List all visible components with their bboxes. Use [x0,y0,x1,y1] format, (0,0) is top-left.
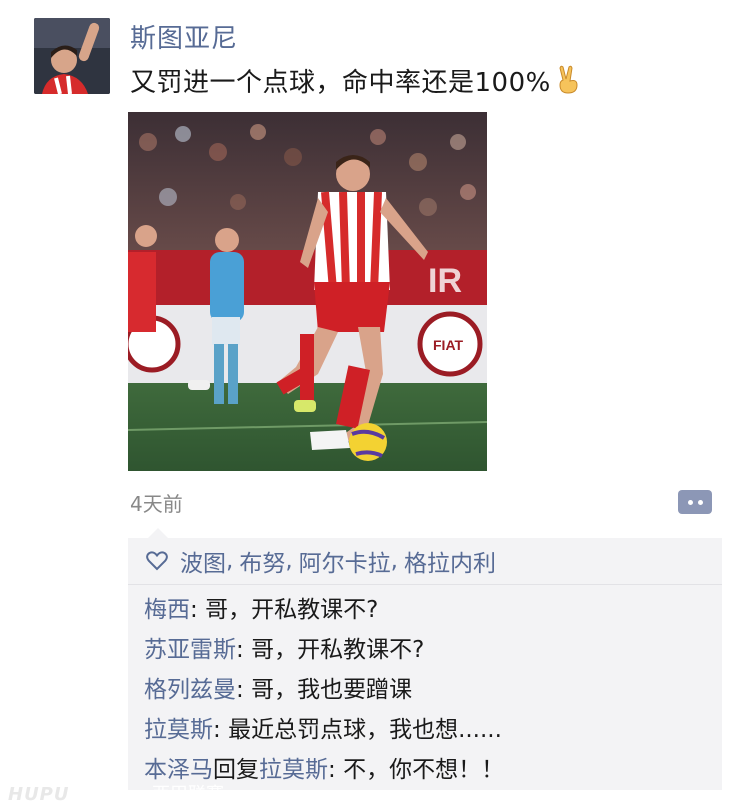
comment-separator: : [328,757,344,783]
dot-icon [697,499,703,505]
comment-item[interactable]: 格列兹曼: 哥，我也要蹭课 [144,670,504,710]
svg-text:FIAT: FIAT [433,337,464,353]
comment-item[interactable]: 拉莫斯: 最近总罚点球，我也想...... [144,710,504,750]
svg-text:IR: IR [428,262,462,300]
post-photo[interactable]: IR FIAT [128,112,487,471]
comment-text: 哥，开私教课不? [205,597,379,623]
like-name[interactable]: 格拉内利 [404,544,496,578]
victory-hand-icon [555,65,583,102]
comment-text: 不，你不想！！ [343,757,505,783]
like-name[interactable]: 布努 [239,544,285,578]
comment-author[interactable]: 拉莫斯 [144,717,213,743]
heart-icon [146,551,168,571]
comment-text: 哥，我也要蹭课 [251,677,413,703]
comment-text: 最近总罚点球，我也想...... [228,717,502,743]
like-separator: , [226,548,234,574]
comment-separator: : [236,677,252,703]
comment-separator: : [190,597,206,623]
like-separator: , [285,548,293,574]
comment-item[interactable]: 梅西: 哥，开私教课不? [144,590,504,630]
dot-icon [687,499,693,505]
author-name[interactable]: 斯图亚尼 [130,18,238,55]
like-name[interactable]: 阿尔卡拉 [299,544,391,578]
comment-item[interactable]: 苏亚雷斯: 哥，开私教课不? [144,630,504,670]
watermark-brand: HUPU [8,784,70,805]
comment-author[interactable]: 格列兹曼 [144,677,236,703]
comment-separator: : [213,717,229,743]
reply-target[interactable]: 拉莫斯 [259,757,328,783]
post-text: 又罚进一个点球，命中率还是100% [130,62,583,102]
likes-row: 波图, 布努, 阿尔卡拉, 格拉内利 [128,538,722,585]
comment-list: 梅西: 哥，开私教课不? 苏亚雷斯: 哥，开私教课不? 格列兹曼: 哥，我也要蹭… [144,590,504,790]
comment-author[interactable]: 苏亚雷斯 [144,637,236,663]
post-time: 4天前 [130,492,183,516]
watermark: HUPU @LaLiga西甲联赛 [8,780,224,806]
like-separator: , [390,548,398,574]
comment-button[interactable] [678,490,712,514]
post-text-content: 又罚进一个点球，命中率还是100% [130,68,551,98]
comment-separator: : [236,637,252,663]
avatar[interactable] [34,18,110,94]
like-name[interactable]: 波图 [180,544,226,578]
panel-pointer [148,528,168,538]
comment-author[interactable]: 梅西 [144,597,190,623]
interaction-panel: 波图, 布努, 阿尔卡拉, 格拉内利 梅西: 哥，开私教课不? 苏亚雷斯: 哥，… [128,538,722,790]
watermark-handle: @LaLiga西甲联赛 [75,784,225,805]
comment-text: 哥，开私教课不? [251,637,425,663]
